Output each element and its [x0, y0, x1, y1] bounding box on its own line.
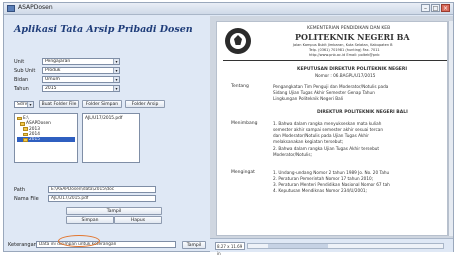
folder-save-button[interactable]: Folder Simpan [82, 100, 122, 108]
filename-input[interactable]: AJL/U17/2015.pdf [48, 195, 156, 202]
folder-icon [20, 122, 25, 126]
doc-header-ministry: KEMENTERIAN PENDIDIKAN DAN KEB [307, 26, 391, 31]
unit-label: Unit [14, 59, 25, 65]
drive-select[interactable]: Sdrive ▾ [14, 101, 34, 108]
keterangan-label: Keterangan [8, 242, 37, 248]
folder-icon [23, 127, 28, 131]
document-viewer: KEMENTERIAN PENDIDIKAN DAN KEB POLITEKNI… [210, 16, 453, 255]
document-page: KEMENTERIAN PENDIDIKAN DAN KEB POLITEKNI… [216, 21, 448, 236]
minimize-icon[interactable]: – [421, 4, 430, 12]
app-title: Aplikasi Tata Arsip Pribadi Dosen [14, 24, 193, 35]
app-window: ASAPDosen – □ × Aplikasi Tata Arsip Prib… [3, 2, 454, 255]
viewer-status-bar: 8.27 x 11.69 in [210, 238, 453, 255]
mengingat-line: 3. Peraturan Menteri Pendidikan Nasional… [273, 182, 390, 187]
chevron-down-icon[interactable]: ▾ [113, 68, 119, 73]
save-button[interactable]: Simpan [66, 216, 114, 224]
tree-item-selected[interactable]: 2015 [17, 137, 75, 143]
bidan-label: Bidan [14, 77, 29, 83]
delete-button[interactable]: Hapus [114, 216, 162, 224]
folder-icon [17, 116, 22, 121]
folder-icon [23, 132, 28, 137]
keterangan-input[interactable]: Data ini disimpan untuk keterangan [36, 241, 176, 248]
menimbang-line: semester akhir sampai semester akhir ses… [273, 127, 384, 132]
view-button[interactable]: Tampil [66, 207, 162, 215]
path-input[interactable]: E:\ASAPDosen\data\2015\doc [48, 186, 156, 193]
folder-archive-button[interactable]: Folder Arsip [125, 100, 165, 108]
path-label: Path [14, 187, 25, 193]
filename-label: Nama File [14, 196, 39, 202]
mengingat-line: 4. Keputusan Mendiknas Nomor 234/U/2001; [273, 188, 367, 193]
chevron-down-icon[interactable]: ▾ [113, 59, 119, 64]
director-heading: DIREKTUR POLITEKNIK NEGERI BALI [317, 110, 408, 115]
menimbang-line: 2. Bahwa dalam rangka Ujian Tugas Akhir … [273, 146, 380, 151]
doc-header-phone: Telp. (0361) 701981 (hunting) Fax. 7011 [309, 48, 380, 52]
doc-header-address: Jalan Kampus Bukit Jimbaran, Kuta Selata… [293, 43, 393, 47]
decree-title: KEPUTUSAN DIREKTUR POLITEKNIK NEGERI [297, 67, 408, 72]
file-list[interactable]: AJL/U17/2015.pdf [82, 113, 140, 163]
mengingat-line: 1. Undang-undang Nomor 2 tahun 1989 Jo. … [273, 170, 390, 175]
create-folder-button[interactable]: Buat Folder File [39, 100, 79, 108]
tahun-select[interactable]: 2015 ▾ [42, 85, 120, 92]
menimbang-line: dan Moderator/Notulis pada Ujian Tugas A… [273, 133, 369, 138]
menimbang-line: melaksanakan kegiatan tersebut; [273, 139, 344, 144]
folder-tree[interactable]: E:\ ASAPDosen 2013 2014 2015 [14, 113, 78, 163]
zoom-select[interactable]: 8.27 x 11.69 in [215, 242, 245, 255]
vertical-scrollbar[interactable] [448, 21, 453, 236]
left-panel: Aplikasi Tata Arsip Pribadi Dosen Unit P… [4, 16, 209, 252]
subunit-select[interactable]: Produk ▾ [42, 67, 120, 74]
keterangan-view-button[interactable]: Tampil [182, 241, 206, 249]
chevron-down-icon[interactable]: ▾ [27, 102, 33, 107]
bidan-select[interactable]: Umum ▾ [42, 76, 120, 83]
highlight-circle [58, 235, 100, 247]
title-bar: ASAPDosen – □ × [4, 3, 453, 15]
mengingat-line: 2. Peraturan Pemerintah Nomor 17 tahun 2… [273, 176, 374, 181]
folder-icon [23, 138, 28, 142]
window-title: ASAPDosen [18, 4, 53, 11]
subunit-label: Sub Unit [14, 68, 36, 74]
unit-select[interactable]: Pengajaran ▾ [42, 58, 120, 65]
menimbang-line: Moderator/Notulis; [273, 152, 312, 157]
tentang-line: Pengangkatan Tim Penguji dan Moderator/N… [273, 84, 389, 89]
tentang-line: Sidang Ujian Tugas Akhir Semester Genap … [273, 90, 375, 95]
menimbang-line: 1. Bahwa dalam rangka menyukseskan mata … [273, 121, 382, 126]
horizontal-scrollbar[interactable] [247, 243, 444, 249]
scroll-thumb[interactable] [268, 244, 328, 248]
header-divider [223, 60, 447, 61]
app-icon [7, 5, 15, 12]
file-item[interactable]: AJL/U17/2015.pdf [85, 116, 137, 121]
menimbang-label: Menimbang [231, 121, 258, 126]
doc-header-institution: POLITEKNIK NEGERI BA [295, 32, 410, 42]
tahun-label: Tahun [14, 86, 29, 92]
maximize-icon[interactable]: □ [431, 4, 440, 12]
tentang-label: Tentang [231, 84, 249, 89]
mengingat-label: Mengingat [231, 170, 255, 175]
chevron-down-icon[interactable]: ▾ [113, 86, 119, 91]
tentang-line: Lingkungan Politeknik Negeri Bali [273, 96, 344, 101]
chevron-down-icon[interactable]: ▾ [113, 77, 119, 82]
decree-number: Nomor : 06.BAGPL/U17/2015 [315, 73, 376, 78]
institution-logo [225, 28, 251, 54]
close-icon[interactable]: × [441, 4, 450, 12]
doc-header-web: http://www.pnb.ac.id Email: poltek@pnb [309, 53, 380, 57]
